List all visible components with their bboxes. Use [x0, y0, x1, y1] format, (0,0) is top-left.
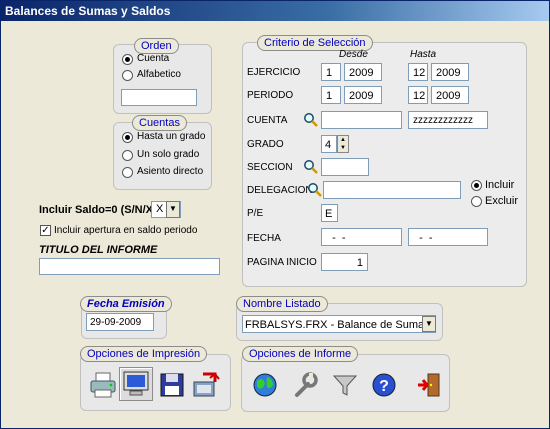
wrench-icon[interactable]: [288, 368, 322, 402]
seccion-search-icon[interactable]: [303, 159, 319, 175]
nombre-listado-select[interactable]: FRBALSYS.FRX - Balance de Suma: [242, 315, 436, 333]
cuentas-legend: Cuentas: [132, 115, 187, 131]
periodo-hasta-month[interactable]: 12: [408, 86, 428, 104]
fecha-desde-input[interactable]: - -: [321, 228, 402, 246]
incluir-saldo-dropdown-button[interactable]: ▼: [166, 201, 180, 218]
hasta-header: Hasta: [410, 49, 437, 60]
monitor-icon[interactable]: [119, 367, 153, 401]
filter-funnel-icon[interactable]: [328, 368, 362, 402]
pe-input[interactable]: E: [321, 204, 338, 222]
titulo-input[interactable]: [39, 258, 220, 275]
cuentas-radio-asiento[interactable]: [122, 167, 133, 178]
orden-field[interactable]: [121, 89, 197, 106]
cuentas-radio-uno[interactable]: [122, 150, 133, 161]
ejercicio-hasta-year[interactable]: 2009: [431, 63, 469, 81]
fecha-emision-input[interactable]: 29-09-2009: [86, 313, 154, 331]
delegacion-search-icon[interactable]: [307, 182, 323, 198]
cuentas-option-hasta[interactable]: Hasta un grado: [137, 131, 205, 142]
pagina-label: PAGINA INICIO: [247, 257, 317, 268]
exit-door-icon[interactable]: [412, 368, 446, 402]
grado-label: GRADO: [247, 139, 284, 150]
desde-header: Desde: [339, 49, 368, 60]
fecha-hasta-input[interactable]: - -: [408, 228, 488, 246]
incluir-option[interactable]: Incluir: [485, 179, 514, 191]
opciones-informe-legend: Opciones de Informe: [242, 346, 359, 362]
periodo-label: PERIODO: [247, 90, 294, 101]
cuentas-radio-hasta[interactable]: [122, 132, 133, 143]
cuenta-desde-input[interactable]: [321, 111, 402, 129]
incluir-apertura-label[interactable]: Incluir apertura en saldo periodo: [54, 225, 197, 236]
pagina-input[interactable]: 1: [321, 253, 368, 271]
delegacion-label: DELEGACION: [247, 185, 313, 196]
export-icon[interactable]: [189, 368, 223, 402]
window-title: Balances de Sumas y Saldos: [1, 1, 549, 21]
cuenta-label: CUENTA: [247, 115, 288, 126]
incluir-saldo-label: Incluir Saldo=0 (S/N/X): [39, 204, 157, 216]
ejercicio-desde-year[interactable]: 2009: [344, 63, 382, 81]
orden-radio-cuenta[interactable]: [122, 54, 133, 65]
incluir-apertura-checkbox[interactable]: ✓: [40, 225, 51, 236]
excluir-radio[interactable]: [471, 196, 482, 207]
grado-input[interactable]: 4: [321, 135, 337, 153]
orden-radio-alfabetico[interactable]: [122, 70, 133, 81]
grado-spinner[interactable]: ▲ ▼: [337, 135, 349, 153]
floppy-disk-icon[interactable]: [155, 368, 189, 402]
seccion-label: SECCION: [247, 162, 293, 173]
svg-text:?: ?: [379, 378, 389, 395]
periodo-hasta-year[interactable]: 2009: [431, 86, 469, 104]
fecha-label: FECHA: [247, 233, 281, 244]
cuentas-option-asiento[interactable]: Asiento directo: [137, 166, 203, 177]
titulo-label: TITULO DEL INFORME: [39, 244, 158, 256]
orden-option-alfabetico[interactable]: Alfabetico: [137, 69, 181, 80]
globe-icon[interactable]: [248, 368, 282, 402]
incluir-radio[interactable]: [471, 180, 482, 191]
nombre-listado-legend: Nombre Listado: [236, 296, 328, 312]
ejercicio-hasta-month[interactable]: 12: [408, 63, 428, 81]
delegacion-input[interactable]: [323, 181, 461, 199]
orden-option-cuenta[interactable]: Cuenta: [137, 53, 169, 64]
cuentas-option-uno[interactable]: Un solo grado: [137, 149, 199, 160]
cuenta-hasta-input[interactable]: zzzzzzzzzzzz: [408, 111, 488, 129]
excluir-option[interactable]: Excluir: [485, 195, 518, 207]
fecha-emision-legend: Fecha Emisión: [80, 296, 172, 312]
periodo-desde-year[interactable]: 2009: [344, 86, 382, 104]
cuenta-search-icon[interactable]: [303, 112, 319, 128]
ejercicio-label: EJERCICIO: [247, 67, 301, 78]
ejercicio-desde-month[interactable]: 1: [321, 63, 341, 81]
nombre-listado-dropdown-button[interactable]: ▼: [422, 316, 436, 332]
help-icon[interactable]: ?: [367, 368, 401, 402]
opciones-impresion-legend: Opciones de Impresión: [80, 346, 208, 362]
seccion-input[interactable]: [321, 158, 369, 176]
window: Balances de Sumas y Saldos Orden Cuenta …: [0, 0, 550, 429]
orden-legend: Orden: [134, 38, 179, 54]
periodo-desde-month[interactable]: 1: [321, 86, 341, 104]
printer-icon[interactable]: [86, 368, 120, 402]
pe-label: P/E: [247, 208, 264, 219]
